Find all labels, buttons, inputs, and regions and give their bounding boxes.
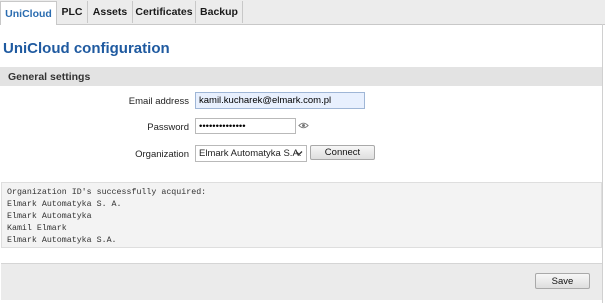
- save-button[interactable]: Save: [535, 273, 590, 289]
- page-title: UniCloud configuration: [3, 40, 170, 57]
- tab-unicloud[interactable]: UniCloud: [0, 1, 57, 25]
- log-line: Kamil Elmark: [7, 224, 67, 233]
- email-label: Email address: [128, 96, 189, 107]
- organization-selected-value: Elmark Automatyka S.A.: [199, 148, 302, 159]
- password-label: Password: [147, 122, 189, 133]
- tab-assets[interactable]: Assets: [88, 1, 133, 23]
- section-title: General settings: [8, 70, 91, 83]
- organization-select[interactable]: Elmark Automatyka S.A.: [195, 145, 307, 162]
- log-line: Elmark Automatyka: [7, 212, 92, 221]
- show-password-eye-icon[interactable]: [298, 121, 309, 130]
- tab-certificates[interactable]: Certificates: [133, 1, 196, 23]
- log-line: Organization ID's successfully acquired:: [7, 188, 207, 197]
- content-right-border: [602, 24, 603, 303]
- chevron-down-icon: [295, 151, 303, 156]
- unicloud-page: UniCloud PLC Assets Certificates Backup …: [0, 0, 605, 303]
- password-field[interactable]: [195, 118, 296, 134]
- log-line: Elmark Automatyka S. A.: [7, 200, 122, 209]
- tab-plc[interactable]: PLC: [57, 1, 88, 23]
- tab-bar: UniCloud PLC Assets Certificates Backup: [0, 0, 605, 25]
- connect-button[interactable]: Connect: [310, 145, 375, 160]
- organization-log-output: Organization ID's successfully acquired:…: [1, 182, 602, 248]
- tab-backup[interactable]: Backup: [196, 1, 243, 23]
- section-header-general-settings: General settings: [0, 67, 602, 86]
- footer-bar: Save: [1, 263, 602, 300]
- log-line: Elmark Automatyka S.A.: [7, 236, 117, 245]
- email-field[interactable]: [195, 92, 365, 109]
- organization-label: Organization: [135, 149, 189, 160]
